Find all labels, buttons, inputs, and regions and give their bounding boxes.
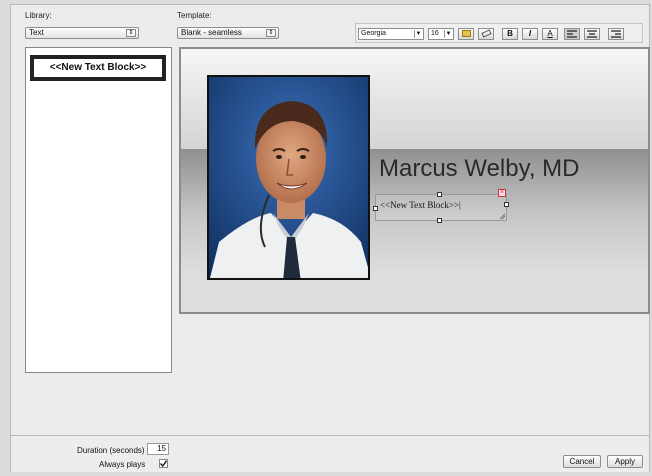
format-toolbar: Georgia ▼ 16 ▼ B I A: [355, 23, 643, 43]
always-plays-label: Always plays: [99, 460, 146, 469]
portrait-photo[interactable]: [207, 75, 370, 280]
text-block-content[interactable]: <<New Text Block>>|: [380, 200, 461, 210]
resize-handle-bottom[interactable]: [437, 218, 442, 223]
library-item-new-text-block[interactable]: <<New Text Block>>: [30, 55, 166, 81]
chevron-down-icon: ▼: [444, 30, 452, 38]
clear-format-button[interactable]: [478, 28, 494, 40]
color-swatch-icon: [461, 30, 471, 37]
cancel-button[interactable]: Cancel: [563, 455, 601, 468]
library-label: Library:: [25, 11, 52, 20]
eraser-icon: [480, 29, 492, 38]
select-arrows-icon: ⇕: [126, 29, 136, 37]
apply-button[interactable]: Apply: [607, 455, 643, 468]
new-text-block-box[interactable]: <<New Text Block>>| ×: [373, 189, 509, 223]
close-icon[interactable]: ×: [498, 189, 506, 197]
template-label: Template:: [177, 11, 212, 20]
checkmark-icon: [160, 460, 168, 468]
portrait-image: [209, 77, 368, 278]
font-family-value: Georgia: [361, 30, 386, 37]
font-family-select[interactable]: Georgia ▼: [358, 28, 424, 40]
select-arrows-icon: ⇕: [266, 29, 276, 37]
slide-headline[interactable]: Marcus Welby, MD: [379, 155, 579, 183]
resize-handle-left[interactable]: [373, 206, 378, 211]
resize-handle-top[interactable]: [437, 192, 442, 197]
align-right-icon: [611, 30, 621, 38]
template-select[interactable]: Blank - seamless ⇕: [177, 27, 279, 39]
align-center-button[interactable]: [584, 28, 600, 40]
footer-bar: Duration (seconds) 15 Always plays Cance…: [11, 435, 649, 472]
duration-input[interactable]: 15: [147, 443, 169, 455]
stage-background-bottom: [181, 274, 648, 312]
slide-stage: Marcus Welby, MD <<New Text Block>>| ×: [179, 47, 650, 314]
align-right-button[interactable]: [608, 28, 624, 40]
font-size-select[interactable]: 16 ▼: [428, 28, 454, 40]
duration-label: Duration (seconds): [77, 446, 145, 455]
resize-handle-right[interactable]: [504, 202, 509, 207]
align-left-button[interactable]: [564, 28, 580, 40]
align-left-icon: [567, 30, 577, 38]
template-select-value: Blank - seamless: [181, 28, 242, 37]
library-select-value: Text: [29, 28, 44, 37]
always-plays-checkbox[interactable]: [159, 459, 168, 468]
italic-button[interactable]: I: [522, 28, 538, 40]
align-center-icon: [587, 30, 597, 38]
font-size-value: 16: [431, 30, 439, 37]
editor-window: Library: Text ⇕ Template: Blank - seamle…: [10, 4, 650, 472]
resize-grip-icon[interactable]: [499, 213, 506, 220]
chevron-down-icon: ▼: [414, 30, 422, 38]
bold-button[interactable]: B: [502, 28, 518, 40]
library-panel: <<New Text Block>>: [25, 47, 172, 373]
text-color-button[interactable]: [458, 28, 474, 40]
underline-button[interactable]: A: [542, 28, 558, 40]
library-select[interactable]: Text ⇕: [25, 27, 139, 39]
